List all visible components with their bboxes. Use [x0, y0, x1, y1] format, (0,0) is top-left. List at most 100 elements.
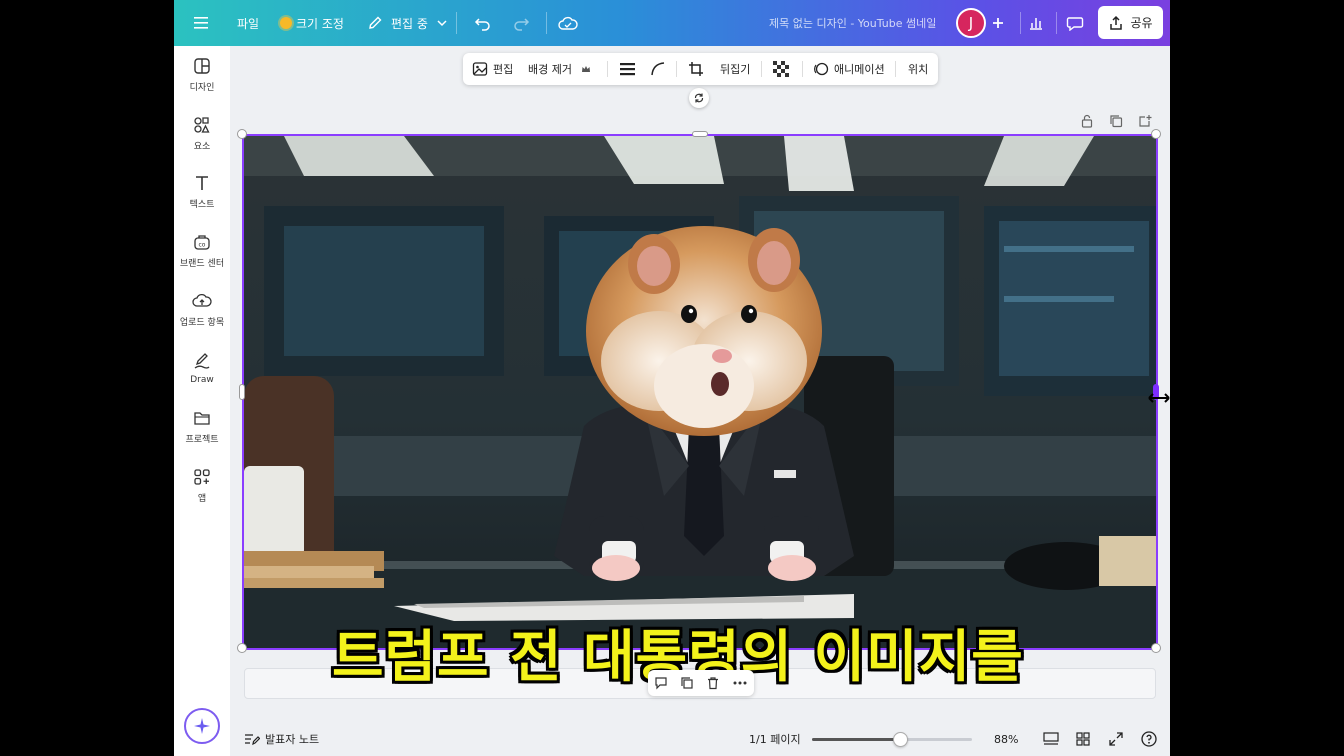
- save-status-button[interactable]: [558, 0, 578, 46]
- page-view-button[interactable]: [1043, 722, 1059, 756]
- divider: [676, 61, 677, 77]
- shapes-icon: [194, 117, 210, 133]
- doc-title[interactable]: 제목 없는 디자인 - YouTube 썸네일: [769, 0, 936, 46]
- trash-icon[interactable]: [706, 676, 720, 690]
- border-lines-icon: [620, 63, 635, 76]
- sidebar-item-projects[interactable]: 프로젝트: [174, 400, 230, 454]
- zoom-slider[interactable]: [812, 732, 972, 747]
- resize-handle-top-left[interactable]: [237, 129, 247, 139]
- sidebar-item-elements[interactable]: 요소: [174, 107, 230, 161]
- sidebar-item-uploads[interactable]: 업로드 항목: [174, 283, 230, 337]
- divider: [895, 61, 896, 77]
- lock-icon: [1081, 114, 1093, 128]
- redo-button[interactable]: [512, 0, 530, 46]
- notes-button[interactable]: 발표자 노트: [244, 722, 319, 756]
- more-icon[interactable]: [732, 676, 748, 690]
- bg-remove-label: 배경 제거: [528, 63, 572, 76]
- copy-icon: [1110, 115, 1123, 128]
- edit-label: 편집: [493, 63, 514, 76]
- menu-button[interactable]: [194, 0, 210, 46]
- help-icon: [1141, 731, 1157, 747]
- flip-button[interactable]: 뒤집기: [720, 53, 750, 85]
- avatar[interactable]: J: [956, 8, 986, 38]
- corner-rounding-button[interactable]: [650, 53, 666, 85]
- hamburger-icon: [194, 17, 208, 29]
- magic-assistant-button[interactable]: [184, 708, 220, 744]
- bar-chart-icon: [1030, 18, 1042, 30]
- resize-button[interactable]: 크기 조정: [280, 0, 344, 46]
- resize-handle-bottom-left[interactable]: [237, 643, 247, 653]
- zoom-value[interactable]: 88%: [994, 722, 1018, 756]
- edit-mode-label: 편집 중: [391, 16, 428, 31]
- brand-icon: co: [194, 235, 210, 250]
- animation-label: 애니메이션: [834, 63, 885, 76]
- plus-icon: [993, 18, 1003, 28]
- zoom-slider-thumb[interactable]: [893, 732, 908, 747]
- insights-button[interactable]: [1021, 8, 1051, 38]
- add-collaborator-button[interactable]: [983, 8, 1013, 38]
- position-button[interactable]: 위치: [908, 53, 928, 85]
- file-label: 파일: [237, 16, 260, 31]
- animation-button[interactable]: 애니메이션: [813, 53, 885, 85]
- sidebar-item-apps[interactable]: 앱: [174, 459, 230, 513]
- sidebar-item-text[interactable]: 텍스트: [174, 165, 230, 219]
- fullscreen-button[interactable]: [1109, 722, 1123, 756]
- bg-remove-button[interactable]: 배경 제거: [528, 53, 591, 85]
- divider: [802, 61, 803, 77]
- divider: [456, 12, 457, 34]
- sidebar-item-label: Draw: [190, 374, 214, 385]
- resize-handle-top[interactable]: [692, 131, 708, 137]
- page-view-icon: [1043, 732, 1059, 745]
- comment-icon: [1066, 17, 1084, 31]
- avatar-initial: J: [968, 14, 974, 32]
- grid-view-button[interactable]: [1076, 722, 1090, 756]
- cloud-check-icon: [558, 16, 578, 30]
- apps-icon: [194, 469, 210, 485]
- sparkle-icon: [194, 718, 210, 734]
- sidebar-item-label: 앱: [197, 494, 207, 504]
- resize-handle-left[interactable]: [239, 384, 245, 400]
- rotate-handle[interactable]: [689, 88, 709, 108]
- folder-icon: [194, 412, 210, 425]
- add-page-icon: [1139, 115, 1152, 127]
- undo-button[interactable]: [474, 0, 492, 46]
- notes-label: 발표자 노트: [265, 733, 320, 746]
- notes-icon: [245, 734, 260, 746]
- sidebar-item-label: 브랜드 센터: [179, 259, 225, 269]
- edit-mode-dropdown[interactable]: 편집 중: [367, 0, 448, 46]
- page-indicator[interactable]: 1/1 페이지: [749, 722, 801, 756]
- doc-title-text: 제목 없는 디자인 - YouTube 썸네일: [769, 17, 937, 30]
- help-button[interactable]: [1141, 722, 1157, 756]
- pen-icon: [194, 352, 210, 369]
- duplicate-icon[interactable]: [680, 676, 694, 690]
- sidebar-item-label: 프로젝트: [185, 435, 219, 445]
- lock-page-button[interactable]: [1078, 112, 1096, 130]
- pencil-icon: [369, 16, 382, 29]
- hamster-photo: [244, 136, 1156, 648]
- sidebar-item-brand[interactable]: co 브랜드 센터: [174, 224, 230, 278]
- sidebar-item-draw[interactable]: Draw: [174, 341, 230, 395]
- crop-button[interactable]: [688, 53, 704, 85]
- resize-handle-top-right[interactable]: [1151, 129, 1161, 139]
- transparency-button[interactable]: [773, 53, 789, 85]
- canvas-image[interactable]: [244, 136, 1156, 648]
- duplicate-page-button[interactable]: [1107, 112, 1125, 130]
- crop-icon: [689, 62, 703, 76]
- animation-icon: [814, 62, 829, 76]
- resize-handle-bottom-right[interactable]: [1151, 643, 1161, 653]
- page-quick-actions: [648, 670, 754, 696]
- resize-cursor-icon: [1148, 393, 1170, 403]
- comment-add-icon[interactable]: [654, 676, 668, 690]
- edit-image-button[interactable]: 편집: [472, 53, 513, 85]
- file-menu[interactable]: 파일: [237, 0, 259, 46]
- flip-label: 뒤집기: [720, 63, 751, 76]
- page-indicator-text: 1/1 페이지: [749, 733, 801, 746]
- border-style-button[interactable]: [620, 53, 636, 85]
- sidebar-item-design[interactable]: 디자인: [174, 48, 230, 102]
- undo-icon: [474, 18, 490, 31]
- sidebar-item-label: 텍스트: [189, 200, 215, 210]
- comments-button[interactable]: [1060, 8, 1090, 38]
- add-page-button[interactable]: [1136, 112, 1154, 130]
- crown-icon: [581, 66, 590, 72]
- share-button[interactable]: 공유: [1098, 6, 1163, 39]
